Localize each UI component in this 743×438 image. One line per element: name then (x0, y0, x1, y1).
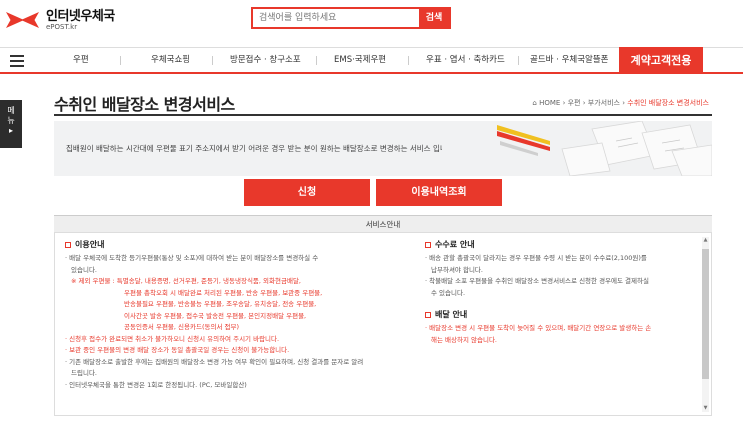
breadcrumb-home[interactable]: HOME (539, 99, 560, 107)
side-tab-arrow-icon: ▸ (8, 126, 13, 135)
banner-text: 집배원이 배달하는 시간대에 우편물 표기 주소지에서 받기 어려운 경우 받는… (66, 144, 493, 153)
breadcrumb: ⌂ HOME › 우편 › 부가서비스 › 수취인 배달장소 변경서비스 (532, 98, 709, 108)
epost-logo[interactable]: 인터넷우체국 ePOST.kr (6, 8, 115, 32)
guide-title: 서비스안내 (54, 215, 712, 233)
excluded-line: 공동인증서 우편물, 신용카드(동의서 접부) (124, 323, 239, 331)
excluded-line: 이사간곳 발송 우편물, 접수국 발송전 우편물, 본인지정배달 우편물, (124, 311, 307, 320)
section-bullet-icon (425, 311, 431, 318)
fee-delivery-section: 수수료 안내 · 배송 관할 총괄국이 달라지는 경우 우편물 수령 시 받는 … (425, 239, 697, 346)
excluded-line: ※ 제외 우편물 : 특별송달, 내용증명, 선거우편, 준등기, 냉동냉장식품… (71, 277, 301, 285)
nav-item-shopping[interactable]: 우체국쇼핑 (151, 48, 190, 73)
post-wing-icon (6, 8, 42, 32)
breadcrumb-sep: › (582, 99, 586, 107)
warning-line: · 신청후 접수가 완료되면 취소가 불가하오니 신청시 유의하여 주시기 바랍… (65, 334, 280, 343)
guide-scrollbar[interactable]: ▲ ▼ (702, 237, 709, 412)
header: 인터넷우체국 ePOST.kr 검색 (0, 0, 743, 42)
excluded-line: 우편물 총착오회 시 배달완료 처리된 우편물, 반송 우편물, 보관중 우편물… (124, 288, 323, 297)
fee-line: · 배송 관할 총괄국이 달라지는 경우 우편물 수령 시 받는 분이 수수료(… (425, 254, 647, 262)
section-bullet-icon (65, 241, 71, 248)
breadcrumb-sep: › (562, 99, 566, 107)
nav-item-contract-customers[interactable]: 계약고객전용 (619, 47, 703, 74)
usage-heading: 이용안내 (75, 240, 105, 249)
excluded-line: 반송불필요 우편물, 반송불능 우편물, 조우송달, 유치송달, 전송 우편물, (124, 300, 317, 308)
nav-item-mail[interactable]: 우편 (73, 48, 89, 73)
service-banner: 집배원이 배달하는 시간대에 우편물 표기 주소지에서 받기 어려운 경우 받는… (54, 121, 712, 176)
page-title: 수취인 배달장소 변경서비스 (54, 95, 235, 114)
hamburger-menu-icon[interactable] (10, 55, 24, 67)
main-nav: 우편 우체국쇼핑 방문접수 · 창구소포 EMS·국제우편 우표 · 엽서 · … (0, 47, 743, 74)
title-divider (54, 114, 712, 116)
usage-line: · 인터넷우체국을 통한 변경은 1회로 한정됩니다. (PC, 모바일합산) (65, 380, 247, 389)
scroll-down-icon[interactable]: ▼ (702, 405, 709, 412)
usage-line: · 기존 배달장소로 출발한 후에는 집배원의 배달장소 변경 가능 여부 확인… (65, 357, 364, 366)
fee-heading: 수수료 안내 (435, 240, 475, 249)
home-icon[interactable]: ⌂ (532, 99, 536, 107)
breadcrumb-mail[interactable]: 우편 (568, 99, 581, 107)
usage-history-button[interactable]: 이용내역조회 (376, 179, 502, 206)
delivery-line: 해는 배상하지 않습니다. (431, 335, 497, 344)
delivery-line: · 배달장소 변경 시 우편물 도착이 늦어질 수 있으며, 배달기간 연장으로… (425, 324, 652, 332)
delivery-heading: 배달 안내 (435, 310, 468, 319)
usage-line: 드립니다. (71, 369, 97, 377)
logo-sub: ePOST.kr (46, 22, 78, 31)
scroll-up-icon[interactable]: ▲ (702, 237, 709, 244)
scroll-thumb[interactable] (702, 249, 709, 379)
side-tab-label-1: 메 (7, 106, 15, 115)
nav-item-ems[interactable]: EMS·국제우편 (334, 48, 386, 73)
side-menu-tab[interactable]: 메 뉴 ▸ (0, 100, 22, 148)
section-bullet-icon (425, 241, 431, 248)
nav-item-goldbar[interactable]: 골드바 · 우체국알뜰폰 (530, 48, 609, 73)
usage-section: 이용안내 · 배달 우체국에 도착한 등기우편물(통상 및 소포)에 대하여 받… (65, 239, 395, 391)
search-input[interactable] (253, 9, 419, 27)
side-tab-label-2: 뉴 (7, 116, 15, 125)
nav-item-stamps[interactable]: 우표 · 엽서 · 축하카드 (426, 48, 505, 73)
usage-line: 있습니다. (71, 265, 97, 274)
fee-line: 납부하셔야 합니다. (431, 265, 483, 274)
search-button[interactable]: 검색 (419, 9, 449, 27)
envelopes-illustration-icon (442, 121, 712, 176)
nav-item-visit-pickup[interactable]: 방문접수 · 창구소포 (230, 48, 301, 73)
search-box: 검색 (251, 7, 451, 29)
warning-line: · 보관 중인 우편물의 변경 배달 장소가 동일 총괄국일 경우는 신청이 불… (65, 346, 290, 354)
apply-button[interactable]: 신청 (244, 179, 370, 206)
usage-line: · 배달 우체국에 도착한 등기우편물(통상 및 소포)에 대하여 받는 분이 … (65, 254, 319, 262)
guide-content: 이용안내 · 배달 우체국에 도착한 등기우편물(통상 및 소포)에 대하여 받… (54, 233, 712, 416)
breadcrumb-addon[interactable]: 부가서비스 (588, 99, 620, 107)
logo-name: 인터넷우체국 (46, 8, 115, 24)
fee-line: · 착불배달 소포 우편물을 수취인 배달장소 변경서비스로 신청한 경우에도 … (425, 277, 649, 285)
breadcrumb-current: 수취인 배달장소 변경서비스 (627, 99, 709, 107)
fee-line: 수 있습니다. (431, 288, 466, 297)
breadcrumb-sep: › (622, 99, 626, 107)
